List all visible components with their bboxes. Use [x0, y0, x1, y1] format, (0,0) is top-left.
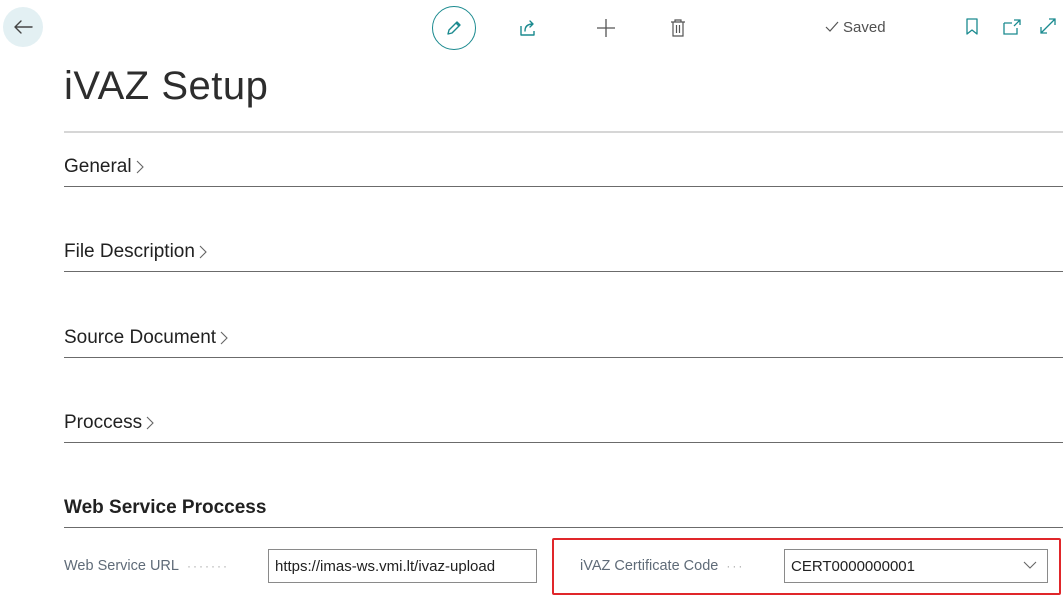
section-title-file-description: File Description	[64, 241, 195, 262]
bookmark-icon	[966, 18, 978, 35]
new-button[interactable]	[590, 12, 622, 44]
page: Saved iVAZ Setup General File Descriptio…	[0, 0, 1063, 595]
chevron-down-icon	[1023, 561, 1037, 569]
share-button[interactable]	[514, 14, 542, 42]
label-dots: ···	[726, 559, 745, 573]
section-general: General	[64, 155, 1063, 187]
section-header-source-document[interactable]: Source Document	[64, 326, 229, 350]
certificate-code-value: CERT0000000001	[791, 557, 915, 575]
section-title-process: Proccess	[64, 412, 143, 433]
label-dots: ·······	[186, 559, 229, 573]
chevron-right-icon	[199, 245, 207, 259]
expand-icon	[1040, 18, 1056, 34]
section-title-source-document: Source Document	[64, 327, 217, 348]
section-source-document: Source Document	[64, 326, 1063, 358]
web-service-url-label: Web Service URL ·······	[64, 548, 229, 584]
delete-button[interactable]	[664, 12, 692, 44]
web-service-url-label-text: Web Service URL	[64, 558, 179, 574]
section-header-web-service-process[interactable]: Web Service Proccess	[64, 496, 266, 520]
section-web-service-process: Web Service Proccess	[64, 496, 1063, 528]
saved-status: Saved	[825, 16, 886, 38]
back-button[interactable]	[3, 7, 43, 47]
page-title: iVAZ Setup	[64, 64, 269, 108]
certificate-code-select[interactable]: CERT0000000001	[784, 549, 1048, 583]
section-header-file-description[interactable]: File Description	[64, 240, 208, 264]
plus-icon	[597, 19, 615, 37]
section-process: Proccess	[64, 411, 1063, 443]
open-new-window-button[interactable]	[1000, 14, 1024, 40]
share-icon	[520, 20, 535, 36]
title-divider	[64, 131, 1063, 133]
certificate-code-label: iVAZ Certificate Code ···	[580, 548, 744, 584]
expand-button[interactable]	[1036, 13, 1060, 39]
pencil-icon	[447, 21, 461, 35]
saved-label: Saved	[843, 18, 886, 36]
section-file-description: File Description	[64, 240, 1063, 272]
open-new-window-icon	[1003, 19, 1021, 35]
section-title-web-service-process: Web Service Proccess	[64, 497, 267, 518]
section-header-general[interactable]: General	[64, 155, 145, 179]
chevron-right-icon	[146, 416, 154, 430]
web-service-url-value: https://imas-ws.vmi.lt/ivaz-upload	[275, 557, 496, 575]
section-header-process[interactable]: Proccess	[64, 411, 155, 435]
chevron-right-icon	[136, 160, 144, 174]
chevron-right-icon	[220, 331, 228, 345]
section-title-general: General	[64, 156, 132, 177]
arrow-left-icon	[14, 20, 33, 34]
certificate-code-label-text: iVAZ Certificate Code	[580, 558, 719, 574]
check-icon	[825, 21, 839, 32]
trash-icon	[671, 19, 685, 37]
edit-button[interactable]	[432, 6, 476, 50]
web-service-url-input[interactable]: https://imas-ws.vmi.lt/ivaz-upload	[268, 549, 537, 583]
bookmark-button[interactable]	[961, 14, 983, 40]
